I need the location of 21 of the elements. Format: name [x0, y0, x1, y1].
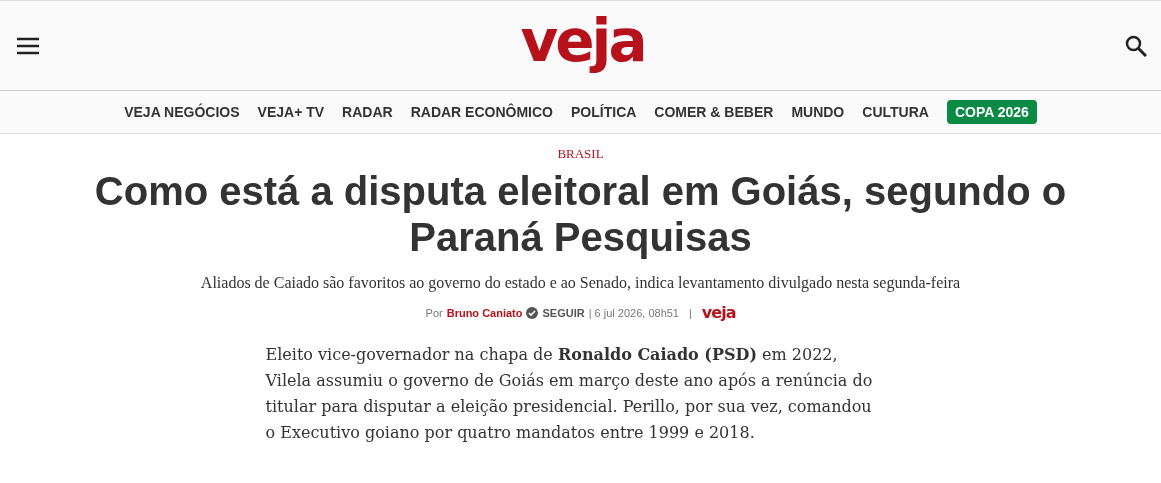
section-label[interactable]: BRASIL	[557, 146, 604, 162]
nav-link[interactable]: POLÍTICA	[571, 104, 637, 120]
author-link[interactable]: Bruno Caniato	[446, 306, 523, 319]
article-paragraph: Eleito vice-governador na chapa de Ronaldo Caiado (PSD) em 2022, Vilela assumiu o governo de Goiás em março deste ano após a renúncia do titular para disputar a eleição presidencial. Perillo, por sua vez, comandou o Executivo goiano por quatro mandatos entre 1999 e 2018.	[265, 344, 874, 444]
follow-button[interactable]: SEGUIR	[542, 306, 585, 319]
nav-link[interactable]: RADAR	[342, 104, 393, 120]
byline-prefix: Por	[425, 306, 443, 319]
brand-logo: veja	[701, 303, 736, 322]
nav-link[interactable]: VEJA+ TV	[257, 104, 325, 120]
nav-link[interactable]: VEJA NEGÓCIOS	[124, 104, 240, 120]
nav-link[interactable]: MUNDO	[791, 104, 845, 120]
nav-link[interactable]: CULTURA	[862, 104, 929, 120]
nav-link[interactable]: COMER & BEBER	[654, 104, 774, 120]
search-icon[interactable]	[1125, 34, 1147, 57]
nav-link[interactable]: RADAR ECONÔMICO	[410, 104, 553, 120]
publish-date: | 6 jul 2026, 08h51	[588, 306, 679, 319]
verified-icon	[526, 306, 539, 319]
article-subtitle: Aliados de Caiado são favoritos ao governo do estado e ao Senado, indica levantamento divulgado nesta segunda-feira	[200, 273, 961, 293]
byline-separator: |	[689, 306, 692, 319]
article-title: Como está a disputa eleitoral em Goiás, segundo o Paraná Pesquisas	[93, 168, 1068, 260]
menu-icon[interactable]	[16, 36, 40, 55]
